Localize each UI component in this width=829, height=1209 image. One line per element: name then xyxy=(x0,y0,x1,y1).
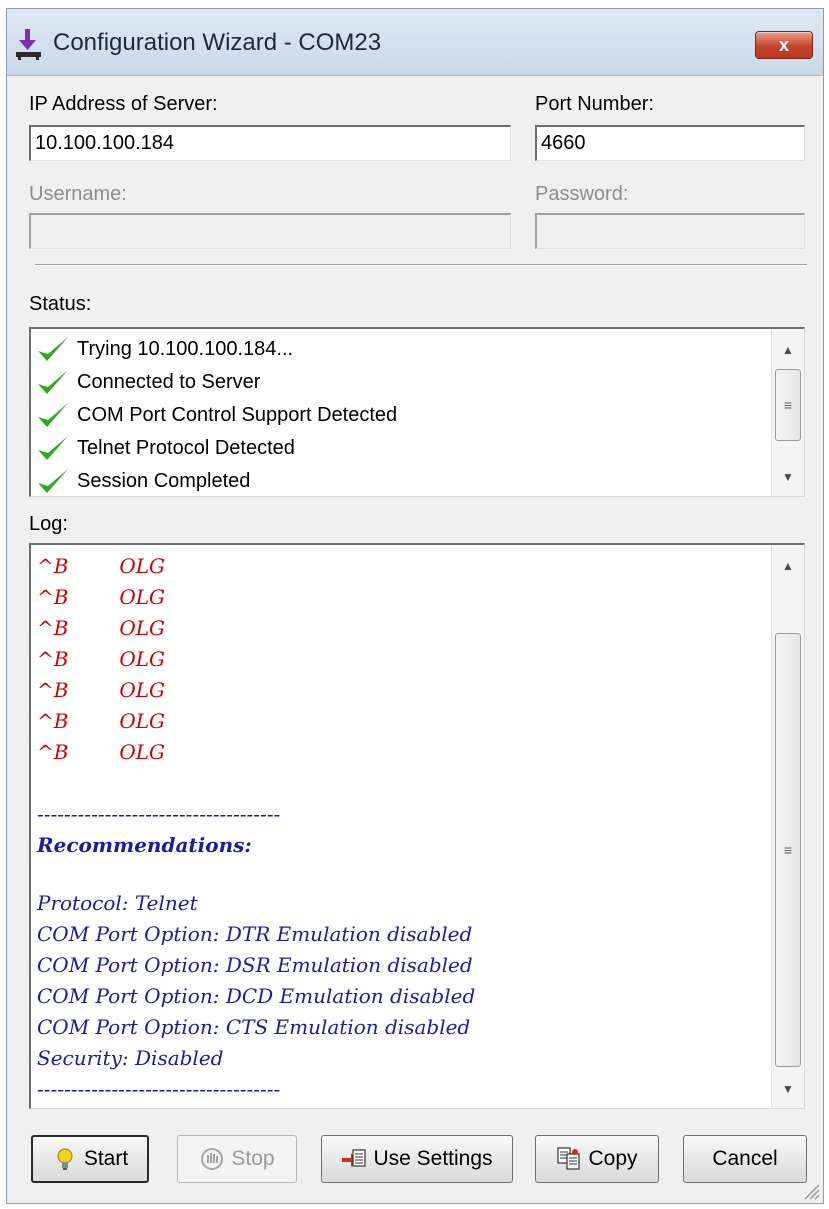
username-input[interactable] xyxy=(29,213,511,249)
green-checkmark-icon xyxy=(38,436,68,460)
download-arrow-icon xyxy=(16,29,41,60)
window-title: Configuration Wizard - COM23 xyxy=(53,29,382,56)
log-line: COM Port Option: DCD Emulation disabled xyxy=(37,984,476,1008)
log-scrollbar[interactable]: ▲ ≡ ▼ xyxy=(771,545,804,1108)
copy-icon xyxy=(557,1147,581,1170)
ip-address-label: IP Address of Server: xyxy=(29,93,218,115)
green-checkmark-icon xyxy=(38,337,68,361)
status-item-text: Session Completed xyxy=(77,469,251,492)
password-label: Password: xyxy=(535,183,629,205)
stop-button-label: Stop xyxy=(231,1147,275,1170)
title-bar[interactable]: Configuration Wizard - COM23 x xyxy=(7,9,823,76)
status-item: Session Completed xyxy=(35,465,251,496)
log-line: Recommendations: xyxy=(37,833,252,857)
status-item-text: COM Port Control Support Detected xyxy=(77,403,398,426)
log-line: COM Port Option: DSR Emulation disabled xyxy=(37,953,473,977)
log-line: ^B OLG xyxy=(37,616,165,640)
status-label: Status: xyxy=(29,293,92,315)
log-line: COM Port Option: CTS Emulation disabled xyxy=(37,1015,471,1039)
green-checkmark-icon xyxy=(38,469,68,493)
status-list[interactable]: Trying 10.100.100.184... Connected to Se… xyxy=(29,327,805,497)
start-button[interactable]: Start xyxy=(31,1135,149,1183)
scroll-down-icon[interactable]: ▼ xyxy=(772,1074,804,1104)
log-line: Protocol: Telnet xyxy=(37,891,198,915)
use-settings-button-label: Use Settings xyxy=(373,1147,493,1170)
lightbulb-icon xyxy=(57,1148,73,1170)
status-item-text: Trying 10.100.100.184... xyxy=(77,337,294,360)
status-item: Telnet Protocol Detected xyxy=(35,432,295,464)
apply-settings-icon xyxy=(342,1149,367,1167)
green-checkmark-icon xyxy=(38,403,68,427)
ip-address-input[interactable]: 10.100.100.184 xyxy=(29,125,511,161)
copy-button-label: Copy xyxy=(588,1147,638,1170)
resize-grip-icon[interactable] xyxy=(799,1179,821,1201)
log-line: ^B OLG xyxy=(37,554,165,578)
log-line: ^B OLG xyxy=(37,709,165,733)
port-number-input[interactable]: 4660 xyxy=(535,125,805,161)
stop-hand-icon xyxy=(201,1148,224,1170)
status-item: Connected to Server xyxy=(35,366,260,398)
separator xyxy=(35,264,807,266)
log-line: ------------------------------------ xyxy=(37,802,281,826)
log-line: COM Port Option: DTR Emulation disabled xyxy=(37,922,473,946)
status-scrollbar[interactable]: ▲ ≡ ▼ xyxy=(771,329,804,496)
scroll-down-icon[interactable]: ▼ xyxy=(772,462,804,492)
cancel-button[interactable]: Cancel xyxy=(683,1135,807,1183)
cancel-button-label: Cancel xyxy=(712,1147,778,1170)
log-line: ^B OLG xyxy=(37,678,165,702)
status-item-text: Telnet Protocol Detected xyxy=(77,436,295,459)
username-label: Username: xyxy=(29,183,127,205)
stop-button[interactable]: Stop xyxy=(177,1135,297,1183)
log-line: ^B OLG xyxy=(37,647,165,671)
scroll-up-icon[interactable]: ▲ xyxy=(772,335,804,365)
log-list[interactable]: ^B OLG ^B OLG ^B OLG ^B OLG ^B OLG ^B OL… xyxy=(29,543,805,1109)
password-input[interactable] xyxy=(535,213,805,249)
status-item-text: Connected to Server xyxy=(77,370,261,393)
start-button-label: Start xyxy=(83,1147,129,1170)
green-checkmark-icon xyxy=(38,370,68,394)
scroll-thumb[interactable]: ≡ xyxy=(775,633,801,1067)
log-label: Log: xyxy=(29,513,68,535)
status-item: COM Port Control Support Detected xyxy=(35,399,397,431)
log-line: Security: Disabled xyxy=(37,1046,224,1070)
scroll-up-icon[interactable]: ▲ xyxy=(772,551,804,581)
status-item: Trying 10.100.100.184... xyxy=(35,333,293,365)
log-line: ^B OLG xyxy=(37,585,165,609)
configuration-wizard-window: Configuration Wizard - COM23 x IP Addres… xyxy=(6,8,824,1204)
log-line: ------------------------------------ xyxy=(37,1077,281,1101)
port-number-label: Port Number: xyxy=(535,93,654,115)
close-icon: x xyxy=(778,34,789,55)
scroll-thumb[interactable]: ≡ xyxy=(775,369,801,441)
use-settings-button[interactable]: Use Settings xyxy=(321,1135,513,1183)
close-button[interactable]: x xyxy=(755,31,813,59)
log-line: ^B OLG xyxy=(37,740,165,764)
copy-button[interactable]: Copy xyxy=(535,1135,659,1183)
